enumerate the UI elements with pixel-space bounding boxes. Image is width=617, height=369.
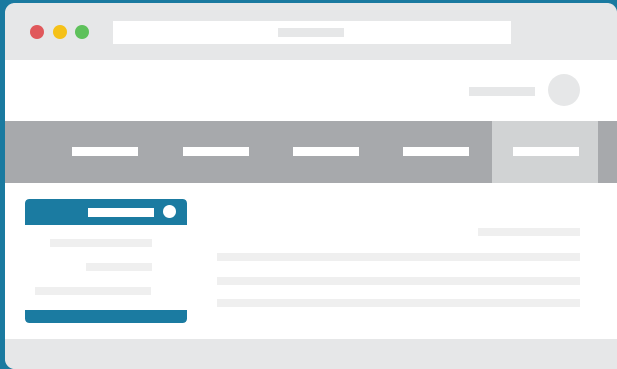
- card-text-line: [50, 239, 152, 247]
- nav-item-label: [183, 147, 249, 156]
- main-text-line: [217, 277, 580, 285]
- close-icon[interactable]: [163, 205, 176, 218]
- window-footer: [5, 339, 617, 369]
- browser-window: [5, 3, 617, 369]
- nav-item-label: [403, 147, 469, 156]
- nav-item-5-active[interactable]: [492, 121, 598, 183]
- user-avatar-icon[interactable]: [548, 74, 580, 106]
- main-text-line: [217, 253, 580, 261]
- nav-item-label: [293, 147, 359, 156]
- card-header: [25, 199, 187, 225]
- card-text-line: [86, 263, 152, 271]
- title-bar: [5, 3, 617, 60]
- nav-item-4[interactable]: [403, 121, 469, 183]
- nav-item-2[interactable]: [183, 121, 249, 183]
- nav-item-label: [72, 147, 138, 156]
- zoom-window-button[interactable]: [75, 25, 89, 39]
- nav-bar: [5, 121, 617, 183]
- nav-item-label: [513, 147, 579, 156]
- main-content: [5, 183, 617, 339]
- nav-item-3[interactable]: [293, 121, 359, 183]
- address-bar[interactable]: [113, 21, 511, 44]
- site-header: [5, 60, 617, 121]
- card-text-line: [35, 287, 151, 295]
- main-heading: [478, 228, 580, 236]
- address-text: [278, 28, 344, 37]
- close-window-button[interactable]: [30, 25, 44, 39]
- main-text-line: [217, 299, 580, 307]
- login-card: [25, 199, 187, 323]
- nav-item-1[interactable]: [72, 121, 138, 183]
- user-name: [469, 87, 535, 96]
- card-footer: [25, 310, 187, 323]
- minimize-window-button[interactable]: [53, 25, 67, 39]
- card-title: [88, 208, 154, 217]
